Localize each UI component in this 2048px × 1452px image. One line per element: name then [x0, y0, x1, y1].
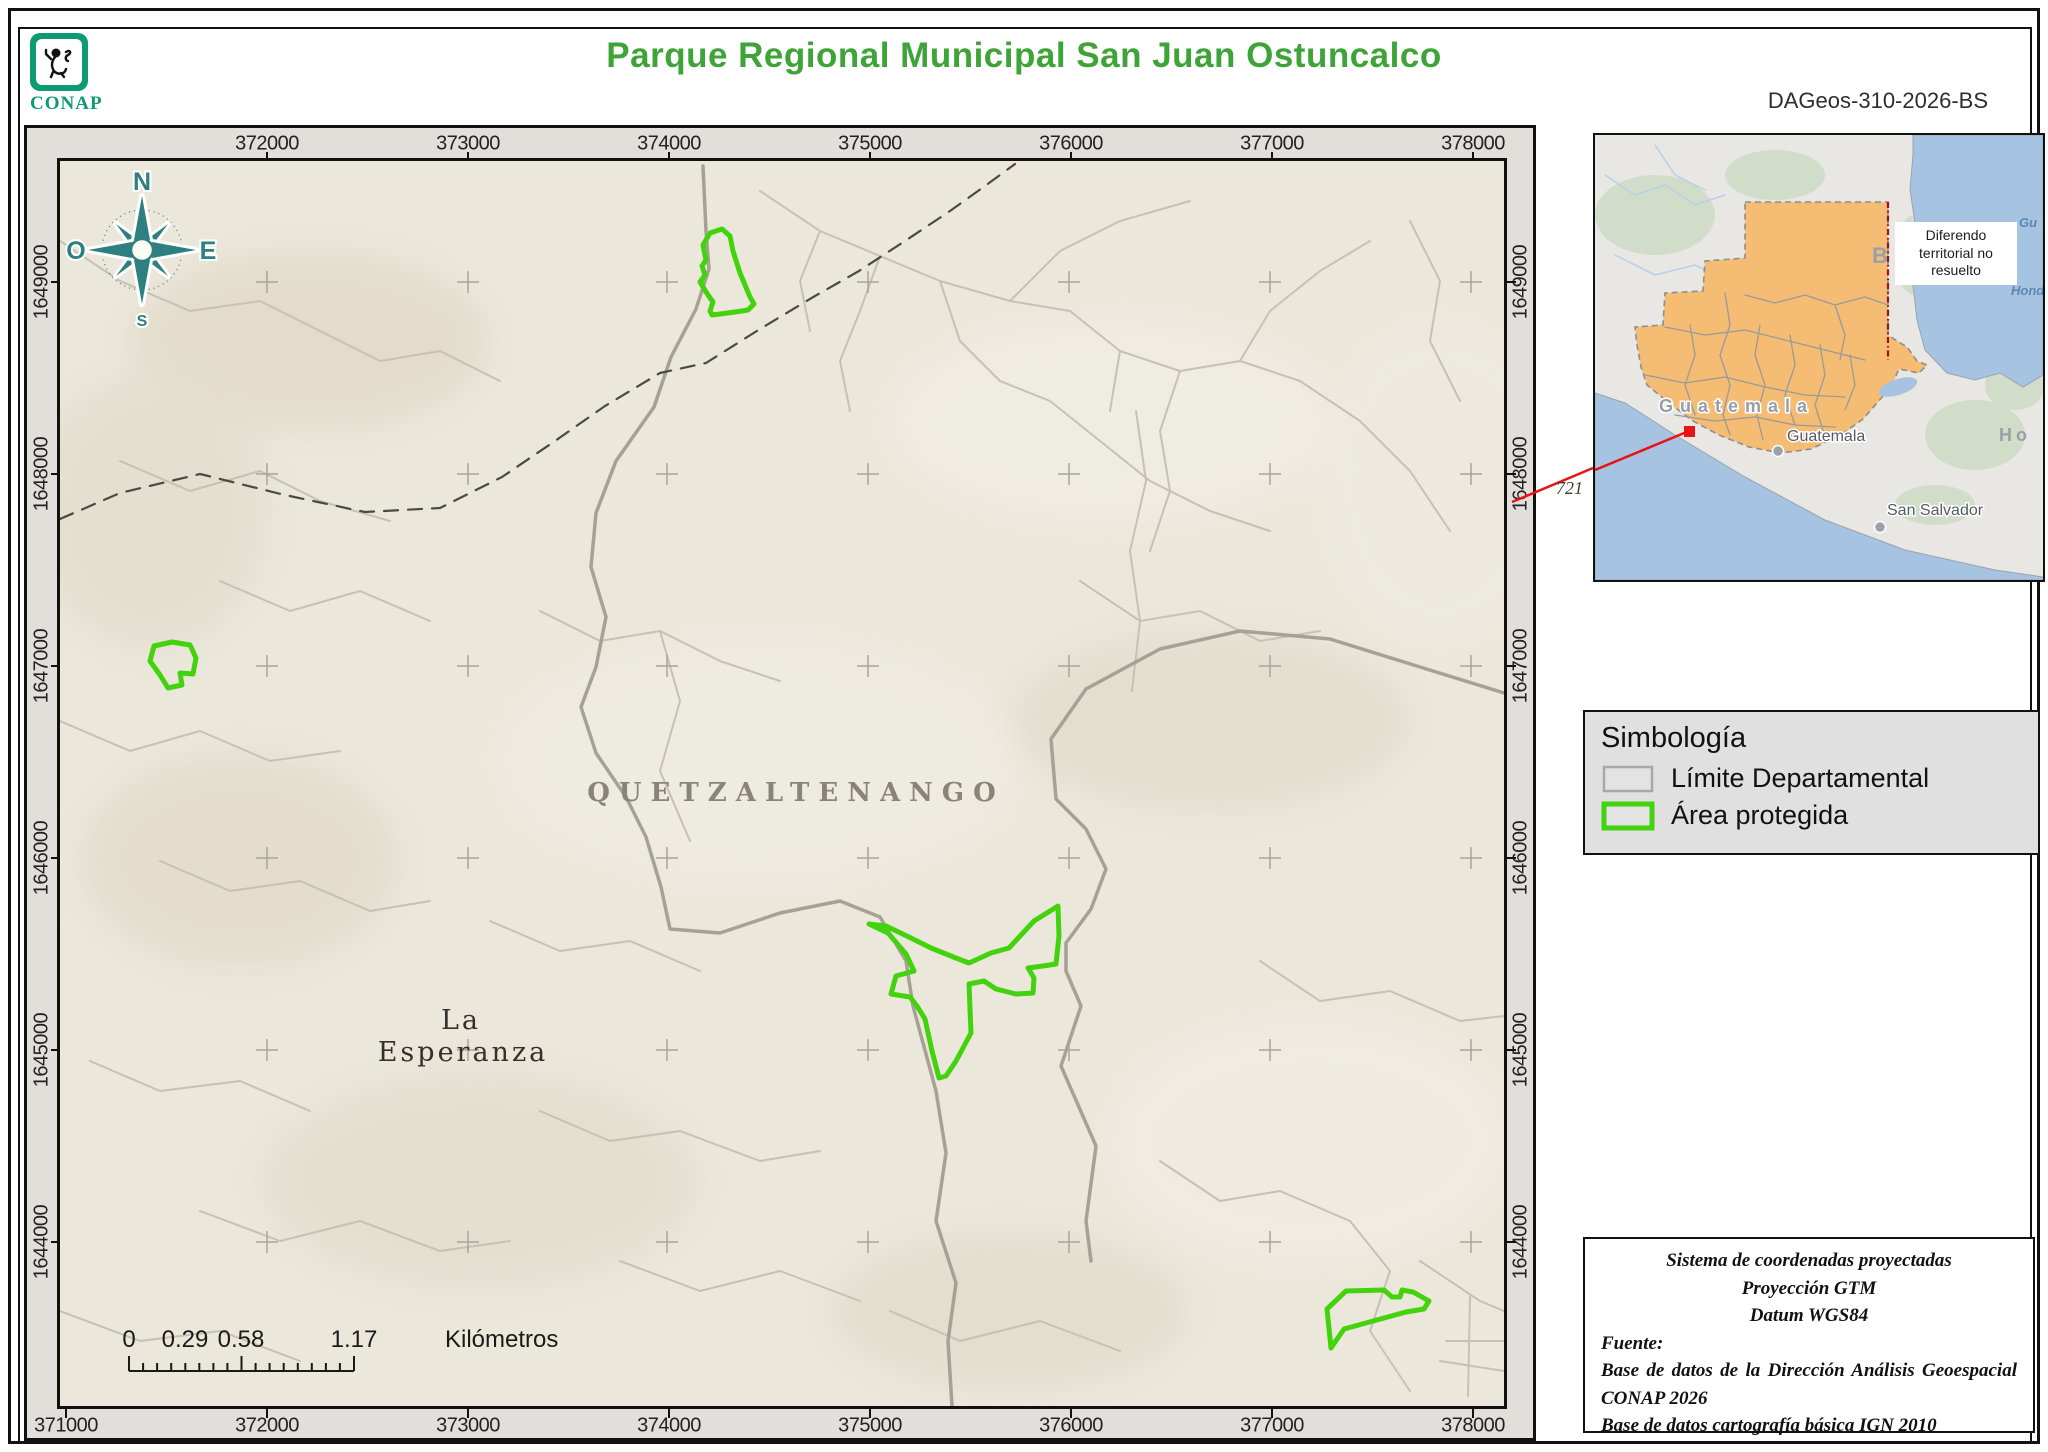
- san-salvador-label: San Salvador: [1887, 502, 1984, 519]
- scale-tick-0: 0: [122, 1326, 135, 1353]
- legend-box: Simbología Límite Departamental Área pro…: [1583, 710, 2040, 855]
- grid-tick: [668, 1409, 670, 1418]
- road-number-label: 721: [1556, 478, 1583, 499]
- inset-locator-map: B Guatemala Guatemala San Salvador Ho Gu…: [1593, 133, 2045, 582]
- grid-tick: [1472, 1409, 1474, 1418]
- honduras-label-fragment: Ho: [1999, 425, 2031, 445]
- grid-tick: [1507, 281, 1516, 283]
- projection-line: Proyección GTM: [1601, 1275, 2017, 1303]
- compass-o-label: O: [66, 237, 85, 265]
- legend-title: Simbología: [1601, 722, 2022, 755]
- grid-tick: [65, 1409, 67, 1418]
- grid-tick: [1271, 152, 1273, 161]
- grid-tick: [51, 1241, 60, 1243]
- grid-tick: [467, 1409, 469, 1418]
- grid-tick: [869, 1409, 871, 1418]
- guatemala-city-label: Guatemala: [1787, 428, 1865, 445]
- grid-tick: [51, 1049, 60, 1051]
- grid-tick: [51, 473, 60, 475]
- departmental-limit-swatch: [1601, 764, 1655, 794]
- source-heading: Fuente:: [1601, 1330, 2017, 1358]
- grid-tick: [266, 152, 268, 161]
- datum-line: Datum WGS84: [1601, 1302, 2017, 1330]
- grid-tick: [467, 152, 469, 161]
- map-location-marker: [1684, 426, 1695, 437]
- grid-tick: [1507, 665, 1516, 667]
- crs-line: Sistema de coordenadas proyectadas: [1601, 1247, 2017, 1275]
- conap-logo-text: CONAP: [30, 93, 90, 115]
- compass-e-label: E: [200, 237, 217, 265]
- main-map: QUETZALTENANGO La Esperanza N E O S: [60, 161, 1504, 1406]
- town-label-line1: La: [441, 1005, 481, 1036]
- compass-n-label: N: [133, 168, 151, 196]
- legend-label-protected-area: Área protegida: [1671, 800, 1848, 831]
- credits-box: Sistema de coordenadas proyectadas Proye…: [1583, 1237, 2035, 1433]
- protected-area-swatch: [1601, 801, 1655, 831]
- grid-tick: [1507, 1241, 1516, 1243]
- grid-tick: [1472, 152, 1474, 161]
- grid-tick: [51, 665, 60, 667]
- belize-label-fragment: B: [1872, 243, 1888, 268]
- scale-tick-1: 0.29: [162, 1326, 209, 1353]
- grid-tick: [1507, 1049, 1516, 1051]
- map-canvas: QUETZALTENANGO La Esperanza N E O S: [57, 158, 1507, 1409]
- water-label-fragment-1: Gu: [2019, 215, 2037, 230]
- legend-label-departmental-limit: Límite Departamental: [1671, 763, 1929, 794]
- grid-tick: [1507, 857, 1516, 859]
- san-salvador-dot: [1875, 522, 1886, 533]
- water-label-fragment-2: Hond: [2011, 283, 2043, 298]
- scale-tick-3: 1.17: [331, 1326, 378, 1353]
- grid-tick: [1271, 1409, 1273, 1418]
- source-line-1: Base de datos de la Dirección Análisis G…: [1601, 1357, 2017, 1412]
- grid-tick: [1070, 1409, 1072, 1418]
- locator-connector-line: [1500, 455, 1600, 515]
- grid-tick: [51, 281, 60, 283]
- grid-tick: [668, 152, 670, 161]
- guatemala-country-label: Guatemala: [1659, 396, 1814, 416]
- compass-s-label: S: [137, 313, 148, 330]
- grid-tick: [51, 857, 60, 859]
- scale-unit-label: Kilómetros: [445, 1326, 558, 1353]
- page-title: Parque Regional Municipal San Juan Ostun…: [0, 36, 2048, 76]
- department-label: QUETZALTENANGO: [587, 778, 1005, 808]
- town-label-line2: Esperanza: [378, 1037, 549, 1068]
- source-line-2: Base de datos cartografía básica IGN 201…: [1601, 1412, 2017, 1440]
- legend-item-departmental-limit: Límite Departamental: [1601, 763, 2022, 794]
- grid-tick: [869, 152, 871, 161]
- scale-tick-2: 0.58: [218, 1326, 265, 1353]
- territorial-dispute-note: Diferendo territorial no resuelto: [1895, 222, 2017, 285]
- legend-item-protected-area: Área protegida: [1601, 800, 2022, 831]
- map-frame: QUETZALTENANGO La Esperanza N E O S: [24, 125, 1536, 1441]
- guatemala-city-dot: [1773, 446, 1784, 457]
- inset-map-svg: B Guatemala Guatemala San Salvador Ho Gu…: [1595, 135, 2043, 580]
- grid-tick: [266, 1409, 268, 1418]
- document-code: DAGeos-310-2026-BS: [1768, 88, 1988, 114]
- grid-tick: [1070, 152, 1072, 161]
